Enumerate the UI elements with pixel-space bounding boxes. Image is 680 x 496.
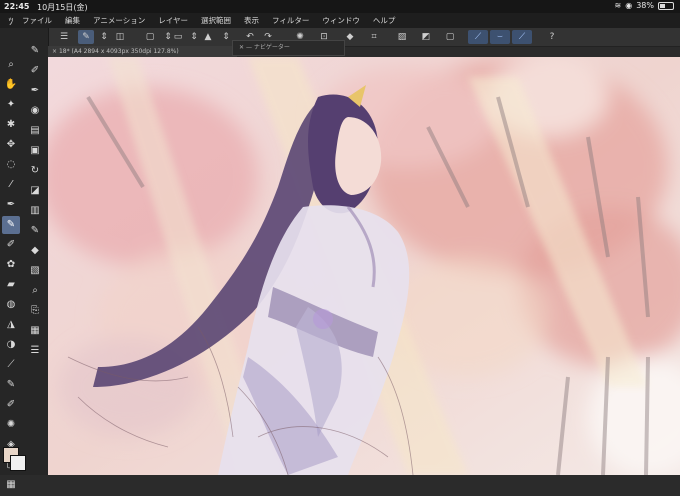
sub-copy-icon[interactable]: ⎘ <box>26 302 44 320</box>
open-file-icon[interactable]: ▭ <box>170 30 186 44</box>
color-swatches[interactable] <box>3 447 26 471</box>
sub-round-icon[interactable]: ◉ <box>26 102 44 120</box>
sub-stamp-icon[interactable]: ◪ <box>26 182 44 200</box>
balloon-icon[interactable]: ✐ <box>2 396 20 414</box>
sub-droplet-icon[interactable]: ◆ <box>26 242 44 260</box>
stroke-2-icon[interactable]: ⌣ <box>490 30 510 44</box>
hand-icon[interactable]: ✋ <box>2 76 20 94</box>
canvas-area[interactable] <box>48 57 680 475</box>
close-icon[interactable]: ✕ <box>239 44 244 51</box>
sub-list-icon[interactable]: ▥ <box>26 202 44 220</box>
figure-icon[interactable]: ⟋ <box>2 356 20 374</box>
menu-window[interactable]: ウィンドウ <box>322 15 360 26</box>
menu-edit[interactable]: 編集 <box>65 15 80 26</box>
menu-bar: ﾂ ファイル 編集 アニメーション レイヤー 選択範囲 表示 フィルター ウィン… <box>0 13 680 28</box>
menu-filter[interactable]: フィルター <box>272 15 309 26</box>
menu-view[interactable]: 表示 <box>244 15 259 26</box>
sub-pen-icon[interactable]: ✎ <box>26 42 44 60</box>
navigator-popup[interactable]: ✕ — ナビゲーター <box>232 40 345 56</box>
battery-percent: 38% <box>636 1 654 10</box>
help-icon[interactable]: ? <box>544 30 560 44</box>
stroke-1-icon[interactable]: ⟋ <box>468 30 488 44</box>
sub-ink-icon[interactable]: ✒ <box>26 82 44 100</box>
menu-icon[interactable]: ☰ <box>56 30 72 44</box>
eyedropper-icon[interactable]: ⁄ <box>2 176 20 194</box>
artwork-canvas[interactable] <box>48 57 680 475</box>
menu-file[interactable]: ファイル <box>22 15 52 26</box>
eraser-icon[interactable]: ▰ <box>2 276 20 294</box>
new-file-icon[interactable]: ▢ <box>142 30 158 44</box>
frame-icon[interactable]: ▢ <box>442 30 458 44</box>
save-icon[interactable]: ▲ <box>200 30 216 44</box>
sub-layer-icon[interactable]: ▣ <box>26 142 44 160</box>
sub-image-icon[interactable]: ▧ <box>26 262 44 280</box>
minimize-icon[interactable]: — <box>246 44 252 51</box>
navigator-title: ナビゲーター <box>253 44 290 51</box>
tool-palette: ⌕ ✋ ✦ ✱ ✥ ◌ ⁄ ✒ ✎ ✐ ✿ ▰ ◍ ◮ ◑ ⟋ ✎ ✐ ✺ ◈ … <box>0 28 49 490</box>
command-bar: ☰ ✎ ⇕ ◫ ▢ ⇕ ▭ ⇕ ▲ ⇕ ↶ ↷ ✺ ⊡ ◆ ⌗ ▨ ◩ ▢ ⟋ … <box>48 28 680 47</box>
sub-loop-icon[interactable]: ↻ <box>26 162 44 180</box>
select-icon[interactable]: ⌗ <box>366 30 382 44</box>
menu-layer[interactable]: レイヤー <box>158 15 188 26</box>
sub-brush-icon[interactable]: ✐ <box>26 62 44 80</box>
blend-icon[interactable]: ◍ <box>2 296 20 314</box>
zoom-icon[interactable]: ⌕ <box>2 56 20 74</box>
sub-color-swatch[interactable] <box>10 455 26 471</box>
chevron-updown-icon[interactable]: ⇕ <box>96 30 112 44</box>
close-tab-icon[interactable]: × <box>52 48 57 55</box>
sub-pencil-icon[interactable]: ✎ <box>26 222 44 240</box>
fill-bucket-icon[interactable]: ◮ <box>2 316 20 334</box>
app-logo-icon[interactable]: ﾂ <box>0 13 22 28</box>
document-title: 18* (A4 2894 x 4093px 350dpi 127.8%) <box>58 48 179 55</box>
auto-select-icon[interactable]: ✱ <box>2 116 20 134</box>
status-time: 22:45 <box>4 2 30 11</box>
lasso-icon[interactable]: ◌ <box>2 156 20 174</box>
sub-film-icon[interactable]: ▤ <box>26 122 44 140</box>
magic-wand-icon[interactable]: ✦ <box>2 96 20 114</box>
status-right: ≋ ◉ 38% <box>615 1 674 10</box>
pen-icon[interactable]: ✒ <box>2 196 20 214</box>
status-bar: 22:45 10月15日(金) ≋ ◉ 38% <box>0 0 680 13</box>
menu-help[interactable]: ヘルプ <box>373 15 396 26</box>
sub-grid-icon[interactable]: ▦ <box>26 322 44 340</box>
menu-animation[interactable]: アニメーション <box>93 15 145 26</box>
battery-icon <box>658 1 674 10</box>
snap-icon[interactable]: ▨ <box>394 30 410 44</box>
location-icon: ◉ <box>625 1 633 10</box>
ruler-icon[interactable]: ◩ <box>418 30 434 44</box>
airbrush-icon[interactable]: ✐ <box>2 236 20 254</box>
sub-view-icon[interactable]: ◫ <box>112 30 128 44</box>
correct-line-icon[interactable]: ✺ <box>2 416 20 434</box>
sub-menu-icon[interactable]: ☰ <box>26 342 44 360</box>
stroke-3-icon[interactable]: ⟋ <box>512 30 532 44</box>
sub-search-icon[interactable]: ⌕ <box>26 282 44 300</box>
status-date: 10月15日(金) <box>37 3 88 12</box>
document-tab[interactable]: × 18* (A4 2894 x 4093px 350dpi 127.8%) <box>48 46 237 57</box>
brush-icon[interactable]: ✎ <box>2 216 20 234</box>
menu-selection[interactable]: 選択範囲 <box>201 15 231 26</box>
navigator-icon[interactable]: ▦ <box>2 476 20 494</box>
text-icon[interactable]: ✎ <box>2 376 20 394</box>
quick-access-icon[interactable]: ✎ <box>78 30 94 44</box>
move-icon[interactable]: ✥ <box>2 136 20 154</box>
decoration-icon[interactable]: ✿ <box>2 256 20 274</box>
gradient-icon[interactable]: ◑ <box>2 336 20 354</box>
wifi-icon: ≋ <box>614 1 622 10</box>
